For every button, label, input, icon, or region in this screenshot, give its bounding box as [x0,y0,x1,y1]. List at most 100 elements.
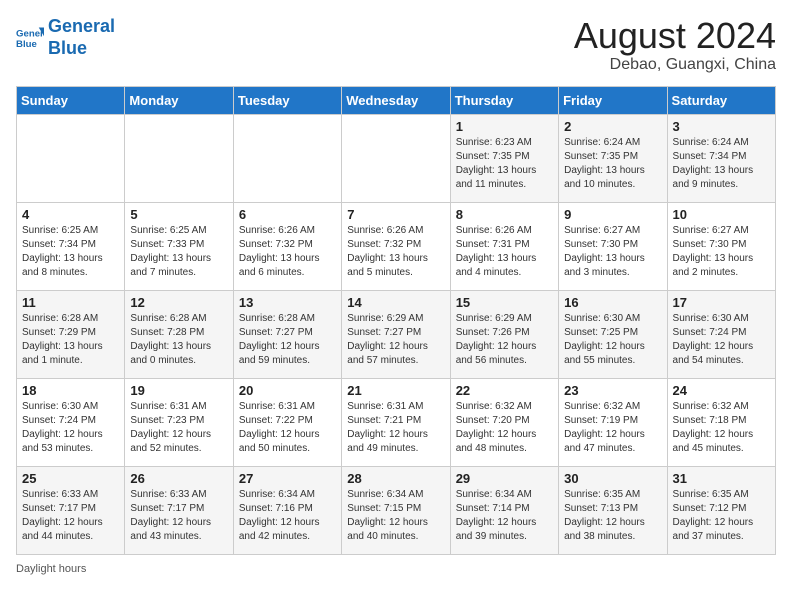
svg-text:General: General [16,28,44,39]
day-info: Sunrise: 6:23 AM Sunset: 7:35 PM Dayligh… [456,136,553,192]
day-number: 23 [564,383,661,398]
calendar-cell: 28 Sunrise: 6:34 AM Sunset: 7:15 PM Dayli… [342,466,450,554]
day-info: Sunrise: 6:31 AM Sunset: 7:23 PM Dayligh… [130,400,227,456]
day-info: Sunrise: 6:24 AM Sunset: 7:34 PM Dayligh… [673,136,770,192]
calendar-cell: 4Sunrise: 6:25 AM Sunset: 7:34 PM Daylig… [17,202,125,290]
day-number: 25 [22,471,119,486]
day-number: 8 [456,207,553,222]
day-number: 14 [347,295,444,310]
day-number: 2 [564,119,661,134]
calendar-cell: 3Sunrise: 6:24 AM Sunset: 7:34 PM Daylig… [667,114,775,202]
calendar-cell: 17Sunrise: 6:30 AM Sunset: 7:24 PM Dayli… [667,290,775,378]
calendar-cell: 5 Sunrise: 6:25 AM Sunset: 7:33 PM Daylig… [125,202,233,290]
day-info: Sunrise: 6:35 AM Sunset: 7:13 PM Dayligh… [564,488,661,544]
calendar-cell: 9 Sunrise: 6:27 AM Sunset: 7:30 PM Daylig… [559,202,667,290]
calendar-cell: 10 Sunrise: 6:27 AM Sunset: 7:30 PM Dayli… [667,202,775,290]
day-number: 10 [673,207,770,222]
day-info: Sunrise: 6:26 AM Sunset: 7:32 PM Dayligh… [347,224,444,280]
day-number: 31 [673,471,770,486]
day-number: 17 [673,295,770,310]
day-header-saturday: Saturday [667,86,775,114]
day-info: Sunrise: 6:33 AM Sunset: 7:17 PM Dayligh… [130,488,227,544]
day-number: 20 [239,383,336,398]
day-info: Sunrise: 6:27 AM Sunset: 7:30 PM Dayligh… [673,224,770,280]
calendar-cell: 8Sunrise: 6:26 AM Sunset: 7:31 PM Daylig… [450,202,558,290]
calendar-cell: 19 Sunrise: 6:31 AM Sunset: 7:23 PM Dayli… [125,378,233,466]
calendar-cell: 30 Sunrise: 6:35 AM Sunset: 7:13 PM Dayli… [559,466,667,554]
footer: Daylight hours [16,563,776,575]
day-header-thursday: Thursday [450,86,558,114]
month-year: August 2024 [574,16,776,56]
day-info: Sunrise: 6:34 AM Sunset: 7:16 PM Dayligh… [239,488,336,544]
location: Debao, Guangxi, China [574,56,776,74]
day-number: 22 [456,383,553,398]
calendar-cell: 18 Sunrise: 6:30 AM Sunset: 7:24 PM Dayli… [17,378,125,466]
svg-text:Blue: Blue [16,38,37,49]
day-number: 12 [130,295,227,310]
day-number: 28 [347,471,444,486]
title-block: August 2024 Debao, Guangxi, China [574,16,776,74]
page-header: General Blue General Blue August 2024 De… [16,16,776,74]
day-info: Sunrise: 6:35 AM Sunset: 7:12 PM Dayligh… [673,488,770,544]
calendar-cell: 26 Sunrise: 6:33 AM Sunset: 7:17 PM Dayli… [125,466,233,554]
day-number: 30 [564,471,661,486]
logo: General Blue General Blue [16,16,115,59]
calendar-cell: 31 Sunrise: 6:35 AM Sunset: 7:12 PM Dayli… [667,466,775,554]
calendar-cell: 1Sunrise: 6:23 AM Sunset: 7:35 PM Daylig… [450,114,558,202]
calendar-cell: 6Sunrise: 6:26 AM Sunset: 7:32 PM Daylig… [233,202,341,290]
calendar-cell [342,114,450,202]
day-info: Sunrise: 6:34 AM Sunset: 7:15 PM Dayligh… [347,488,444,544]
day-number: 9 [564,207,661,222]
day-info: Sunrise: 6:27 AM Sunset: 7:30 PM Dayligh… [564,224,661,280]
calendar-cell: 15Sunrise: 6:29 AM Sunset: 7:26 PM Dayli… [450,290,558,378]
day-info: Sunrise: 6:30 AM Sunset: 7:25 PM Dayligh… [564,312,661,368]
day-number: 11 [22,295,119,310]
day-info: Sunrise: 6:32 AM Sunset: 7:18 PM Dayligh… [673,400,770,456]
day-info: Sunrise: 6:32 AM Sunset: 7:20 PM Dayligh… [456,400,553,456]
day-header-monday: Monday [125,86,233,114]
calendar-cell: 14 Sunrise: 6:29 AM Sunset: 7:27 PM Dayli… [342,290,450,378]
day-header-friday: Friday [559,86,667,114]
day-info: Sunrise: 6:28 AM Sunset: 7:27 PM Dayligh… [239,312,336,368]
calendar-week-5: 25 Sunrise: 6:33 AM Sunset: 7:17 PM Dayli… [17,466,776,554]
calendar-week-3: 11Sunrise: 6:28 AM Sunset: 7:29 PM Dayli… [17,290,776,378]
day-number: 15 [456,295,553,310]
calendar-cell: 11Sunrise: 6:28 AM Sunset: 7:29 PM Dayli… [17,290,125,378]
daylight-label: Daylight hours [16,563,86,575]
day-header-tuesday: Tuesday [233,86,341,114]
day-header-wednesday: Wednesday [342,86,450,114]
calendar-header-row: SundayMondayTuesdayWednesdayThursdayFrid… [17,86,776,114]
day-info: Sunrise: 6:26 AM Sunset: 7:32 PM Dayligh… [239,224,336,280]
calendar-cell: 12Sunrise: 6:28 AM Sunset: 7:28 PM Dayli… [125,290,233,378]
day-number: 19 [130,383,227,398]
calendar-cell: 23Sunrise: 6:32 AM Sunset: 7:19 PM Dayli… [559,378,667,466]
calendar-cell: 7 Sunrise: 6:26 AM Sunset: 7:32 PM Daylig… [342,202,450,290]
day-info: Sunrise: 6:29 AM Sunset: 7:27 PM Dayligh… [347,312,444,368]
day-number: 27 [239,471,336,486]
day-number: 18 [22,383,119,398]
day-number: 29 [456,471,553,486]
day-info: Sunrise: 6:24 AM Sunset: 7:35 PM Dayligh… [564,136,661,192]
day-number: 24 [673,383,770,398]
logo-icon: General Blue [16,24,44,52]
day-number: 26 [130,471,227,486]
day-info: Sunrise: 6:25 AM Sunset: 7:33 PM Dayligh… [130,224,227,280]
day-info: Sunrise: 6:31 AM Sunset: 7:22 PM Dayligh… [239,400,336,456]
calendar-cell [233,114,341,202]
day-info: Sunrise: 6:31 AM Sunset: 7:21 PM Dayligh… [347,400,444,456]
calendar-cell: 24 Sunrise: 6:32 AM Sunset: 7:18 PM Dayli… [667,378,775,466]
day-info: Sunrise: 6:30 AM Sunset: 7:24 PM Dayligh… [22,400,119,456]
calendar-cell: 16 Sunrise: 6:30 AM Sunset: 7:25 PM Dayli… [559,290,667,378]
calendar-week-4: 18 Sunrise: 6:30 AM Sunset: 7:24 PM Dayli… [17,378,776,466]
calendar-cell: 21Sunrise: 6:31 AM Sunset: 7:21 PM Dayli… [342,378,450,466]
calendar-body: 1Sunrise: 6:23 AM Sunset: 7:35 PM Daylig… [17,114,776,554]
day-number: 5 [130,207,227,222]
calendar-table: SundayMondayTuesdayWednesdayThursdayFrid… [16,86,776,555]
day-number: 4 [22,207,119,222]
day-number: 16 [564,295,661,310]
calendar-cell: 13 Sunrise: 6:28 AM Sunset: 7:27 PM Dayli… [233,290,341,378]
day-number: 7 [347,207,444,222]
calendar-week-1: 1Sunrise: 6:23 AM Sunset: 7:35 PM Daylig… [17,114,776,202]
day-number: 13 [239,295,336,310]
calendar-cell: 29Sunrise: 6:34 AM Sunset: 7:14 PM Dayli… [450,466,558,554]
